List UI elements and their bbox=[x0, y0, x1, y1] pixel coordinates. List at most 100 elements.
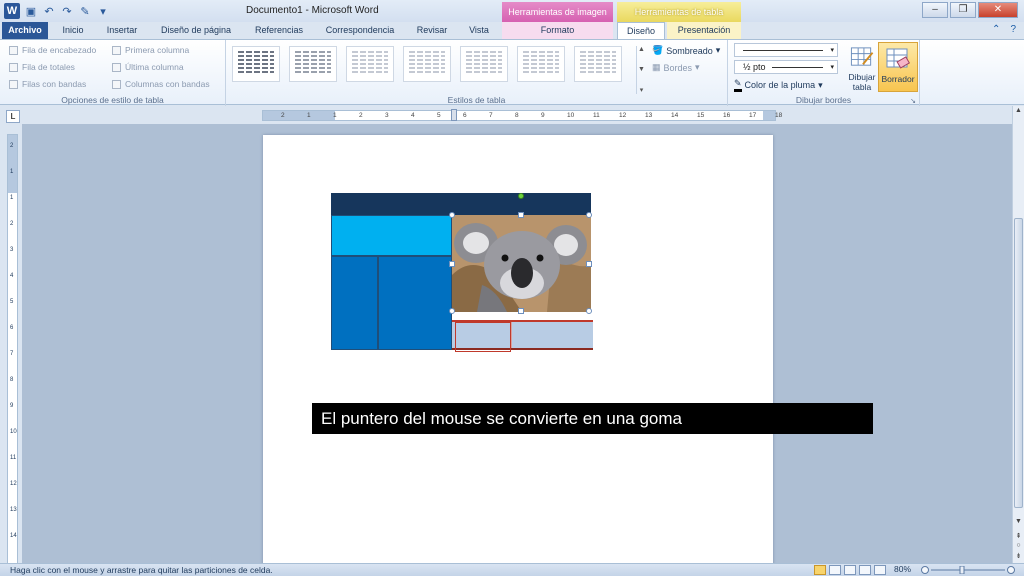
checkbox-header-row[interactable]: Fila de encabezado bbox=[9, 45, 96, 55]
zoom-level[interactable]: 80% bbox=[894, 564, 911, 574]
scroll-up-icon[interactable]: ▲ bbox=[638, 46, 645, 53]
tab-diseno[interactable]: Diseño bbox=[617, 22, 665, 39]
tab-presentacion[interactable]: Presentación bbox=[667, 22, 741, 39]
checkbox-box bbox=[112, 79, 121, 89]
tab-inicio[interactable]: Inicio bbox=[54, 22, 92, 39]
zoom-slider[interactable] bbox=[920, 566, 1016, 574]
full-screen-view-icon[interactable] bbox=[829, 565, 841, 575]
scroll-down-icon[interactable]: ▼ bbox=[638, 66, 645, 73]
table-style-1[interactable] bbox=[232, 46, 280, 82]
group-label: Dibujar bordes bbox=[795, 95, 852, 105]
save-icon[interactable]: ▣ bbox=[24, 4, 38, 18]
web-layout-view-icon[interactable] bbox=[844, 565, 856, 575]
scrollbar-thumb[interactable] bbox=[1014, 218, 1023, 508]
horizontal-ruler[interactable]: 2 1 1 2 3 4 5 6 7 8 9 10 11 12 13 14 15 16 17 18 bbox=[262, 109, 782, 121]
borders-icon: ▦ bbox=[652, 62, 661, 72]
ruler-label: 2 bbox=[10, 221, 14, 227]
checkbox-box bbox=[9, 79, 18, 89]
resize-handle-t[interactable] bbox=[518, 212, 524, 218]
table-style-3[interactable] bbox=[346, 46, 394, 82]
eraser-button[interactable]: Borrador bbox=[878, 42, 918, 92]
table-style-6[interactable] bbox=[517, 46, 565, 82]
draw-table-icon bbox=[850, 47, 874, 66]
chevron-down-icon: ▾ bbox=[830, 47, 834, 54]
ruler-label: 17 bbox=[749, 112, 757, 119]
format-painter-icon[interactable]: ✎ bbox=[78, 4, 92, 18]
indent-marker[interactable] bbox=[451, 109, 457, 121]
collapse-ribbon-icon[interactable]: ⌃ bbox=[992, 24, 1000, 35]
more-icon[interactable]: ▾ bbox=[640, 86, 644, 94]
line-style-select[interactable]: ▾ bbox=[734, 43, 838, 57]
checkbox-box bbox=[112, 62, 121, 72]
table-header-cell[interactable] bbox=[331, 193, 591, 215]
eraser-highlight-cell bbox=[455, 322, 511, 352]
table-cell-blue-left[interactable] bbox=[331, 256, 378, 350]
vertical-ruler[interactable]: 2 1 1 2 3 4 5 6 7 8 9 10 11 12 13 14 bbox=[7, 134, 18, 564]
ruler-label: 14 bbox=[671, 112, 679, 119]
print-layout-view-icon[interactable] bbox=[814, 565, 826, 575]
table-cell-blue-right[interactable] bbox=[378, 256, 452, 350]
table-styles-gallery bbox=[232, 46, 622, 82]
next-page-icon[interactable]: ⇟ bbox=[1013, 552, 1024, 560]
browse-object-icon[interactable]: ○ bbox=[1013, 542, 1024, 549]
checkbox-banded-columns[interactable]: Columnas con bandas bbox=[112, 79, 210, 89]
resize-handle-r[interactable] bbox=[586, 261, 592, 267]
dialog-launcher-icon[interactable]: ↘ bbox=[910, 97, 916, 105]
table-style-2[interactable] bbox=[289, 46, 337, 82]
checkbox-last-column[interactable]: Última columna bbox=[112, 62, 184, 72]
tab-correspondencia[interactable]: Correspondencia bbox=[318, 22, 402, 39]
restore-button[interactable]: ❐ bbox=[950, 2, 976, 18]
customize-qat-icon[interactable]: ▾ bbox=[96, 4, 110, 18]
ruler-right-margin bbox=[763, 111, 775, 120]
resize-handle-br[interactable] bbox=[586, 308, 592, 314]
pen-icon: ✎ bbox=[734, 78, 742, 92]
scroll-up-arrow-icon[interactable]: ▲ bbox=[1013, 107, 1024, 114]
tab-diseno-pagina[interactable]: Diseño de página bbox=[152, 22, 240, 39]
help-icon[interactable]: ? bbox=[1010, 24, 1016, 35]
shading-button[interactable]: 🪣 Sombreado ▾ bbox=[652, 45, 720, 56]
tab-insertar[interactable]: Insertar bbox=[100, 22, 144, 39]
draw-table-button[interactable]: Dibujar tabla bbox=[842, 42, 882, 92]
table-style-5[interactable] bbox=[460, 46, 508, 82]
draft-view-icon[interactable] bbox=[874, 565, 886, 575]
ruler-label: 5 bbox=[10, 299, 14, 305]
ruler-label: 7 bbox=[489, 112, 493, 119]
tab-formato[interactable]: Formato bbox=[502, 22, 613, 39]
styles-gallery-scroll[interactable]: ▲ ▼ ▾ bbox=[636, 46, 646, 94]
rotate-handle[interactable] bbox=[518, 193, 524, 199]
scroll-down-arrow-icon[interactable]: ▼ bbox=[1013, 518, 1024, 525]
document-page[interactable] bbox=[263, 135, 773, 565]
redo-icon[interactable]: ↷ bbox=[60, 4, 74, 18]
ruler-label: 2 bbox=[10, 143, 14, 149]
checkbox-first-column[interactable]: Primera columna bbox=[112, 45, 189, 55]
checkbox-banded-rows[interactable]: Filas con bandas bbox=[9, 79, 86, 89]
checkbox-total-row[interactable]: Fila de totales bbox=[9, 62, 75, 72]
table-style-7[interactable] bbox=[574, 46, 622, 82]
chevron-down-icon: ▾ bbox=[818, 79, 823, 90]
resize-handle-l[interactable] bbox=[449, 261, 455, 267]
resize-handle-tr[interactable] bbox=[586, 212, 592, 218]
word-app-icon[interactable]: W bbox=[4, 3, 20, 19]
tab-vista[interactable]: Vista bbox=[462, 22, 496, 39]
resize-handle-b[interactable] bbox=[518, 308, 524, 314]
undo-icon[interactable]: ↶ bbox=[42, 4, 56, 18]
minimize-button[interactable]: – bbox=[922, 2, 948, 18]
line-weight-select[interactable]: ½ pto ▾ bbox=[734, 60, 838, 74]
resize-handle-tl[interactable] bbox=[449, 212, 455, 218]
vertical-scrollbar[interactable]: ▲ ▼ ⇞ ○ ⇟ bbox=[1012, 106, 1024, 563]
table-style-4[interactable] bbox=[403, 46, 451, 82]
ruler-label: 2 bbox=[281, 112, 285, 119]
tab-archivo[interactable]: Archivo bbox=[2, 22, 48, 39]
checkbox-label: Última columna bbox=[125, 62, 184, 72]
prev-page-icon[interactable]: ⇞ bbox=[1013, 532, 1024, 540]
tab-revisar[interactable]: Revisar bbox=[410, 22, 454, 39]
close-button[interactable]: ✕ bbox=[978, 2, 1018, 18]
borders-button[interactable]: ▦ Bordes ▾ bbox=[652, 62, 700, 73]
ruler-tab-selector[interactable]: L bbox=[6, 110, 20, 123]
tab-referencias[interactable]: Referencias bbox=[248, 22, 310, 39]
pen-color-button[interactable]: ✎ Color de la pluma ▾ bbox=[734, 78, 823, 92]
resize-handle-bl[interactable] bbox=[449, 308, 455, 314]
outline-view-icon[interactable] bbox=[859, 565, 871, 575]
koala-image[interactable] bbox=[452, 215, 591, 312]
table-cell-light[interactable] bbox=[331, 215, 452, 256]
